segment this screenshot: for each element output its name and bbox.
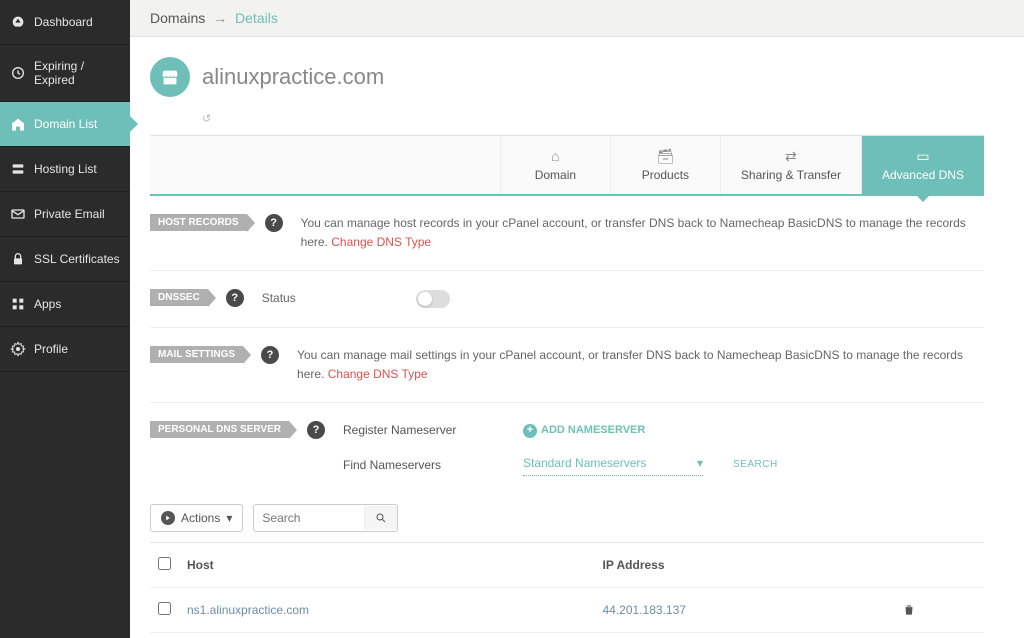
sidebar-item-label: Dashboard	[34, 15, 93, 29]
search-nameservers-link[interactable]: SEARCH	[733, 457, 778, 473]
sidebar-item-ssl[interactable]: SSL Certificates	[0, 237, 130, 282]
add-nameserver-button[interactable]: + ADD NAMESERVER	[523, 422, 645, 440]
ip-cell: 44.201.183.137	[595, 633, 894, 638]
section-body: You can manage host records in your cPan…	[301, 214, 984, 252]
tab-domain[interactable]: ⌂ Domain	[500, 136, 610, 194]
change-dns-type-link[interactable]: Change DNS Type	[331, 235, 431, 249]
tab-products[interactable]: 🗃︎ Products	[610, 136, 720, 194]
box-icon: 🗃︎	[657, 148, 675, 164]
sidebar-item-private-email[interactable]: Private Email	[0, 192, 130, 237]
help-icon[interactable]: ?	[261, 346, 279, 364]
sidebar-item-apps[interactable]: Apps	[0, 282, 130, 327]
apps-icon	[10, 296, 26, 312]
delete-row-button[interactable]	[894, 633, 984, 638]
chevron-down-icon: ▾	[226, 511, 232, 525]
search-button[interactable]	[364, 506, 397, 530]
tab-label: Advanced DNS	[882, 168, 964, 182]
tab-sharing-transfer[interactable]: ⇄ Sharing & Transfer	[720, 136, 861, 194]
domain-header: alinuxpractice.com	[150, 57, 984, 97]
tab-advanced-dns[interactable]: ▭ Advanced DNS	[861, 136, 984, 194]
section-body: You can manage mail settings in your cPa…	[297, 346, 984, 384]
server-icon	[10, 161, 26, 177]
sidebar-item-domain-list[interactable]: Domain List	[0, 102, 130, 147]
tab-label: Products	[642, 168, 689, 182]
trash-icon	[902, 603, 916, 617]
delete-row-button[interactable]	[894, 588, 984, 633]
sidebar-item-label: Apps	[34, 297, 61, 311]
toolbar: Actions ▾	[150, 504, 984, 532]
dnssec-toggle[interactable]	[416, 290, 450, 308]
section-dnssec: DNSSEC ? Status	[150, 271, 984, 327]
domain-name: alinuxpractice.com	[202, 64, 384, 90]
ip-cell: 44.201.183.137	[595, 588, 894, 633]
search-icon	[375, 512, 387, 524]
select-all-checkbox[interactable]	[158, 557, 171, 570]
section-label: PERSONAL DNS SERVER	[150, 421, 289, 438]
refresh-icon[interactable]: ↺	[202, 112, 984, 125]
tab-label: Domain	[535, 168, 576, 182]
search-box	[253, 504, 398, 532]
plus-icon: +	[523, 424, 537, 438]
sidebar-item-dashboard[interactable]: Dashboard	[0, 0, 130, 45]
sidebar-item-label: Expiring / Expired	[34, 59, 120, 87]
gauge-icon	[10, 14, 26, 30]
tabs: ⌂ Domain 🗃︎ Products ⇄ Sharing & Transfe…	[150, 135, 984, 196]
sidebar-item-label: Hosting List	[34, 162, 97, 176]
section-personal-dns: PERSONAL DNS SERVER ? Register Nameserve…	[150, 403, 984, 494]
register-nameserver-label: Register Nameserver	[343, 421, 523, 440]
sidebar-item-label: Private Email	[34, 207, 105, 221]
breadcrumb-root[interactable]: Domains	[150, 10, 205, 26]
actions-label: Actions	[181, 511, 220, 525]
chevron-down-icon: ▾	[697, 454, 703, 473]
play-icon	[161, 511, 175, 525]
section-label: MAIL SETTINGS	[150, 346, 243, 363]
main-content: Domains → Details alinuxpractice.com ↺ ⌂…	[130, 0, 1024, 638]
actions-dropdown[interactable]: Actions ▾	[150, 504, 243, 532]
help-icon[interactable]: ?	[307, 421, 325, 439]
nameservers-dropdown[interactable]: Standard Nameservers ▾	[523, 454, 703, 476]
store-icon	[150, 57, 190, 97]
table-row: ns1.alinuxpractice.com 44.201.183.137	[150, 588, 984, 633]
section-host-records: HOST RECORDS ? You can manage host recor…	[150, 196, 984, 271]
sidebar-item-label: Domain List	[34, 117, 97, 131]
sidebar-item-hosting-list[interactable]: Hosting List	[0, 147, 130, 192]
sidebar-item-profile[interactable]: Profile	[0, 327, 130, 372]
tab-spacer	[150, 136, 500, 194]
sidebar-item-label: Profile	[34, 342, 68, 356]
change-dns-type-link[interactable]: Change DNS Type	[328, 367, 428, 381]
host-cell[interactable]: ns1.alinuxpractice.com	[179, 588, 595, 633]
mail-icon	[10, 206, 26, 222]
toolbox-icon: ▭	[916, 148, 929, 164]
column-host: Host	[179, 543, 595, 588]
breadcrumb-current: Details	[235, 10, 278, 26]
tab-label: Sharing & Transfer	[741, 168, 841, 182]
status-label: Status	[262, 289, 296, 308]
section-label: HOST RECORDS	[150, 214, 247, 231]
nameservers-table: Host IP Address ns1.alinuxpractice.com 4…	[150, 542, 984, 638]
share-icon: ⇄	[785, 148, 797, 164]
gear-icon	[10, 341, 26, 357]
row-checkbox[interactable]	[158, 602, 171, 615]
sidebar: Dashboard Expiring / Expired Domain List…	[0, 0, 130, 638]
breadcrumb-arrow: →	[213, 10, 227, 26]
add-nameserver-label: ADD NAMESERVER	[541, 422, 645, 440]
sidebar-item-expiring[interactable]: Expiring / Expired	[0, 45, 130, 102]
host-cell[interactable]: ns2.alinuxpractice.com	[179, 633, 595, 638]
table-row: ns2.alinuxpractice.com 44.201.183.137	[150, 633, 984, 638]
dropdown-value: Standard Nameservers	[523, 454, 646, 473]
lock-icon	[10, 251, 26, 267]
clock-icon	[10, 65, 26, 81]
section-mail-settings: MAIL SETTINGS ? You can manage mail sett…	[150, 328, 984, 403]
help-icon[interactable]: ?	[265, 214, 283, 232]
section-label: DNSSEC	[150, 289, 208, 306]
help-icon[interactable]: ?	[226, 289, 244, 307]
search-input[interactable]	[254, 505, 364, 531]
column-ip: IP Address	[595, 543, 894, 588]
home-icon	[10, 116, 26, 132]
home-icon: ⌂	[551, 148, 559, 164]
sidebar-item-label: SSL Certificates	[34, 252, 120, 266]
table-header-row: Host IP Address	[150, 543, 984, 588]
find-nameservers-label: Find Nameservers	[343, 456, 523, 475]
breadcrumb: Domains → Details	[130, 0, 1024, 37]
